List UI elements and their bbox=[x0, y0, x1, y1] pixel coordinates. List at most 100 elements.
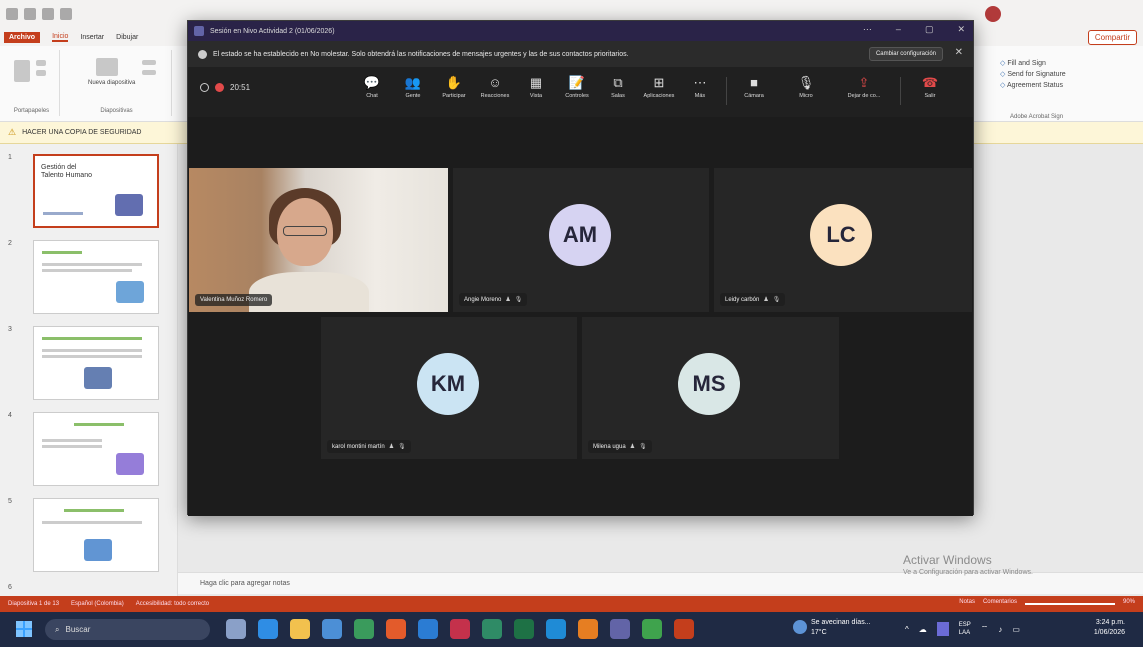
tab-home[interactable]: Inicio bbox=[52, 33, 69, 42]
slide-thumb-row[interactable]: 3 bbox=[0, 324, 178, 406]
more-button[interactable]: ⋯ Más bbox=[680, 75, 720, 99]
fill-and-sign-button[interactable]: Fill and Sign bbox=[1000, 58, 1066, 69]
battery-icon[interactable]: ▭ bbox=[1012, 625, 1020, 634]
controls-label: Controles bbox=[565, 93, 589, 99]
comments-button[interactable]: Comentarios bbox=[983, 599, 1017, 605]
apps-button[interactable]: ⊞ Aplicaciones bbox=[639, 75, 679, 99]
wifi-icon[interactable]: ⌔ bbox=[981, 624, 989, 634]
acrobat-icon[interactable] bbox=[450, 619, 470, 639]
undo-icon[interactable] bbox=[24, 8, 36, 20]
new-slide-icon[interactable] bbox=[96, 58, 118, 76]
layout-icon[interactable] bbox=[142, 60, 156, 65]
reactions-button[interactable]: ☺ Reacciones bbox=[475, 75, 515, 99]
redo-icon[interactable] bbox=[42, 8, 54, 20]
meeting-toolbar: 20:51 💬 Chat 👥 Gente ✋ Participar ☺ Reac… bbox=[188, 67, 973, 117]
people-button[interactable]: 👥 Gente bbox=[393, 75, 433, 99]
share-label: Dejar de co... bbox=[847, 93, 881, 99]
tab-insert[interactable]: Insertar bbox=[80, 34, 104, 41]
file-explorer-icon[interactable] bbox=[290, 619, 310, 639]
change-settings-button[interactable]: Cambiar configuración bbox=[868, 47, 943, 61]
participant-tile[interactable]: KM karol montini martín ♟ 🎙 bbox=[321, 317, 577, 459]
language-indicator[interactable]: ESP LAA bbox=[959, 621, 971, 637]
cut-icon[interactable] bbox=[36, 60, 46, 66]
rooms-button[interactable]: ⧉ Salas bbox=[598, 75, 638, 99]
tab-file[interactable]: Archivo bbox=[4, 31, 41, 43]
store-icon[interactable] bbox=[322, 619, 342, 639]
new-slide-label[interactable]: Nueva diapositiva bbox=[88, 80, 135, 86]
accessibility-status[interactable]: Accesibilidad: todo correcto bbox=[136, 601, 209, 607]
mic-button[interactable]: 🎙 Micro bbox=[786, 75, 826, 99]
powerpoint-icon[interactable] bbox=[674, 619, 694, 639]
copy-icon[interactable] bbox=[36, 70, 46, 76]
notes-button[interactable]: Notas bbox=[959, 599, 975, 605]
slide-thumb-row[interactable]: 2 bbox=[0, 238, 178, 320]
participant-tile[interactable]: Valentina Muñoz Romero bbox=[189, 168, 448, 312]
camera-icon: ■ bbox=[750, 75, 758, 90]
zoom-slider[interactable] bbox=[1024, 603, 1115, 605]
close-icon[interactable]: ✕ bbox=[957, 24, 965, 35]
raise-hand-button[interactable]: ✋ Participar bbox=[434, 75, 474, 99]
outlook-icon[interactable] bbox=[546, 619, 566, 639]
slide-thumb-row[interactable]: 1 Gestión del Talento Humano bbox=[0, 152, 178, 234]
participant-name-tag: Milena ugua ♟ 🎙 bbox=[588, 440, 652, 453]
slide-thumb-row[interactable]: 5 bbox=[0, 496, 178, 578]
paste-icon[interactable] bbox=[14, 60, 30, 82]
stop-sharing-button[interactable]: ⇪ Dejar de co... bbox=[844, 75, 884, 99]
firefox-icon[interactable] bbox=[386, 619, 406, 639]
language-status[interactable]: Español (Colombia) bbox=[71, 601, 124, 607]
slide-number: 3 bbox=[8, 326, 12, 333]
maximize-icon[interactable]: ▢ bbox=[925, 24, 934, 35]
excel-icon[interactable] bbox=[482, 619, 502, 639]
warning-text[interactable]: HACER UNA COPIA DE SEGURIDAD bbox=[22, 129, 141, 136]
chrome-icon[interactable] bbox=[354, 619, 374, 639]
participant-tile[interactable]: LC Leidy carbón ♟ 🎙 bbox=[714, 168, 972, 312]
reset-icon[interactable] bbox=[142, 70, 156, 75]
notice-close-icon[interactable]: ✕ bbox=[955, 47, 963, 58]
slide-thumbnail[interactable] bbox=[33, 240, 159, 314]
participant-avatar: LC bbox=[810, 204, 872, 266]
sheets-icon[interactable] bbox=[642, 619, 662, 639]
slide-thumbnail[interactable] bbox=[33, 326, 159, 400]
participant-tile[interactable]: MS Milena ugua ♟ 🎙 bbox=[582, 317, 839, 459]
agreement-status-button[interactable]: Agreement Status bbox=[1000, 80, 1066, 91]
slide-thumbnail[interactable]: Gestión del Talento Humano bbox=[33, 154, 159, 228]
user-avatar[interactable] bbox=[985, 6, 1001, 22]
taskbar-search[interactable]: ⌕ Buscar bbox=[45, 619, 210, 640]
zoom-level[interactable]: 90% bbox=[1123, 599, 1135, 605]
more-options-icon[interactable]: ⋯ bbox=[863, 24, 872, 35]
share-button[interactable]: Compartir bbox=[1087, 30, 1137, 45]
participant-name-tag: Valentina Muñoz Romero bbox=[195, 294, 273, 306]
more-label: Más bbox=[694, 93, 706, 99]
slide-counter: Diapositiva 1 de 13 bbox=[8, 601, 60, 607]
chrome-profile-icon[interactable] bbox=[578, 619, 598, 639]
save-icon[interactable] bbox=[6, 8, 18, 20]
slide-thumbnail[interactable] bbox=[33, 412, 159, 486]
edge-icon[interactable] bbox=[258, 619, 278, 639]
clock[interactable]: 3:24 p.m. 1/06/2026 bbox=[1094, 618, 1125, 638]
volume-icon[interactable]: ♪ bbox=[998, 625, 1002, 634]
chat-button[interactable]: 💬 Chat bbox=[352, 75, 392, 99]
camera-button[interactable]: ■ Cámara bbox=[734, 75, 774, 99]
send-for-signature-button[interactable]: Send for Signature bbox=[1000, 69, 1065, 80]
slideshow-icon[interactable] bbox=[60, 8, 72, 20]
task-view-icon[interactable] bbox=[226, 619, 246, 639]
tab-draw[interactable]: Dibujar bbox=[116, 34, 138, 41]
weather-widget[interactable]: Se avecinan días... 17°C bbox=[793, 618, 871, 638]
minimize-icon[interactable]: – bbox=[896, 24, 901, 35]
onedrive-icon[interactable]: ☁ bbox=[919, 625, 927, 634]
chevron-up-icon[interactable]: ^ bbox=[905, 625, 909, 634]
excel-2-icon[interactable] bbox=[514, 619, 534, 639]
word-icon[interactable] bbox=[418, 619, 438, 639]
participant-tile[interactable]: AM Angie Moreno ♟ 🎙 bbox=[453, 168, 709, 312]
slide-thumb-row[interactable]: 6 bbox=[0, 582, 178, 596]
controls-button[interactable]: 📝 Controles bbox=[557, 75, 597, 99]
view-button[interactable]: ▦ Vista bbox=[516, 75, 556, 99]
slides-group: Nueva diapositiva Diapositivas bbox=[62, 50, 172, 116]
slide-thumbnail[interactable] bbox=[33, 498, 159, 572]
system-tray: ^ ☁ ESP LAA ⌔ ♪ ▭ bbox=[905, 621, 1020, 637]
slide-thumb-row[interactable]: 4 bbox=[0, 410, 178, 492]
leave-button[interactable]: ☎ Salir bbox=[910, 75, 950, 99]
tray-app-icon[interactable] bbox=[936, 622, 949, 636]
windows-start-icon[interactable] bbox=[16, 621, 32, 637]
teams-icon[interactable] bbox=[610, 619, 630, 639]
